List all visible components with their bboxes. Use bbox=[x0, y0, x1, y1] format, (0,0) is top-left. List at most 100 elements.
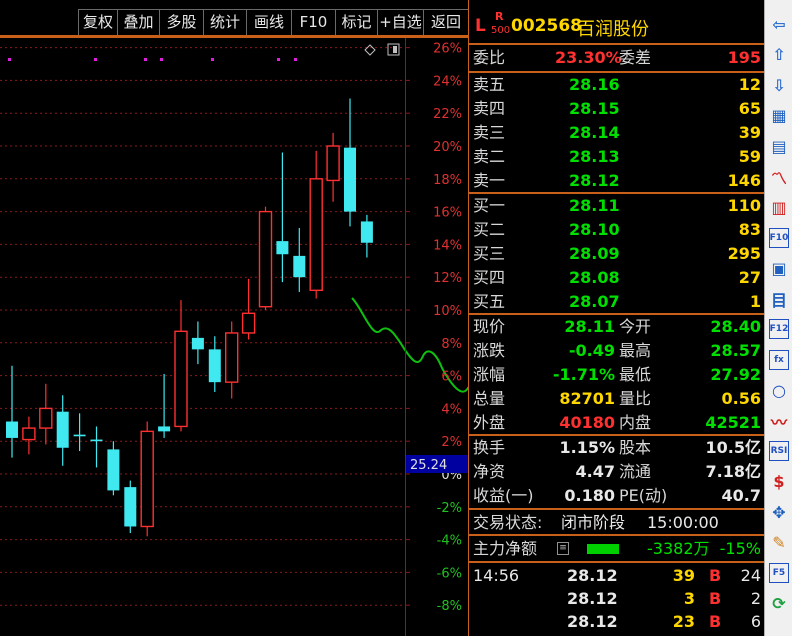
marker-dot bbox=[94, 58, 97, 61]
add-watchlist-button[interactable]: +自选 bbox=[377, 9, 423, 35]
sell-level-price: 28.14 bbox=[569, 123, 620, 142]
kline-svg: 28%26%24%22%20%18%16%14%12%10%8%6%4%2%0%… bbox=[0, 38, 468, 636]
back-button[interactable]: 返回 bbox=[423, 9, 468, 35]
trend-icon[interactable]: 〰 bbox=[769, 411, 789, 432]
f5-icon[interactable]: F5 bbox=[769, 563, 789, 583]
sell-level-price: 28.12 bbox=[569, 171, 620, 190]
stat-label: 涨跌 bbox=[473, 341, 506, 360]
tick-side: B bbox=[709, 612, 722, 631]
stat-value: 42521 bbox=[705, 413, 761, 432]
pct-tick-label: -2% bbox=[437, 501, 462, 516]
pen-icon[interactable]: ✎ bbox=[769, 533, 789, 553]
side-toolbar: ⇦ ⇧ ⇩ ▦ ▤ 〽 ▥ F10 ▣ 目 F12 fx ○ 〰 RSI $ ✥ ✎ F5 ⟳ bbox=[764, 0, 792, 636]
netflow-row[interactable]: 主力净额 ≡ -3382万 -15% bbox=[469, 537, 765, 561]
down-arrow-icon[interactable]: ⇩ bbox=[769, 75, 789, 95]
f10-button[interactable]: F10 bbox=[291, 9, 335, 35]
candle-body bbox=[56, 411, 69, 448]
tick-count: 24 bbox=[740, 566, 761, 585]
pct-tick-label: 18% bbox=[433, 173, 462, 188]
restore-rights-button[interactable]: 复权 bbox=[78, 9, 117, 35]
tick-count: 6 bbox=[750, 612, 761, 631]
circle-icon[interactable]: ○ bbox=[769, 380, 789, 400]
list-icon[interactable]: ≡ bbox=[557, 542, 569, 555]
line-chart-icon[interactable]: 〽 bbox=[769, 167, 789, 188]
candle-body bbox=[90, 439, 103, 442]
sell-level-row: 卖五 28.16 12 bbox=[469, 73, 765, 97]
info-icon[interactable]: 目 bbox=[769, 289, 789, 310]
candle-body bbox=[39, 407, 53, 429]
list-icon[interactable]: ▤ bbox=[769, 136, 789, 156]
formula-icon[interactable]: fx bbox=[769, 349, 789, 370]
pct-tick-label: 14% bbox=[433, 238, 462, 253]
pct-tick-label: 10% bbox=[433, 304, 462, 319]
candle-body bbox=[191, 337, 204, 350]
fund-value: 0.180 bbox=[564, 486, 615, 505]
sell-level-price: 28.16 bbox=[569, 75, 620, 94]
left-arrow-icon[interactable]: ⇦ bbox=[769, 14, 789, 34]
fund-label: 换手 bbox=[473, 438, 506, 457]
f10-icon[interactable]: F10 bbox=[769, 227, 789, 248]
chart-toolbar: 复权 叠加 多股 统计 画线 F10 标记 +自选 返回 bbox=[0, 0, 468, 35]
statistics-button[interactable]: 统计 bbox=[203, 9, 246, 35]
buy-level-volume: 1 bbox=[749, 292, 761, 311]
diamond-icon[interactable] bbox=[364, 44, 376, 56]
flag-500: 500 bbox=[491, 25, 511, 36]
quote-stat-row: 涨幅 -1.71% 最低 27.92 bbox=[469, 363, 765, 387]
marker-dot bbox=[144, 58, 147, 61]
candle-body bbox=[22, 427, 36, 441]
trade-status-row: 交易状态: 闭市阶段 15:00:00 bbox=[469, 511, 765, 535]
stock-header: L R 500 002568 百润股份 bbox=[469, 8, 765, 42]
netflow-label: 主力净额 bbox=[473, 539, 538, 558]
sell-level-row: 卖一 28.12 146 bbox=[469, 169, 765, 193]
kline-icon[interactable]: ▥ bbox=[769, 197, 789, 217]
f12-icon[interactable]: F12 bbox=[769, 319, 789, 339]
sell-level-volume: 65 bbox=[738, 99, 761, 118]
multi-stock-button[interactable]: 多股 bbox=[159, 9, 203, 35]
buy-level-label: 买二 bbox=[473, 220, 506, 239]
candle-body bbox=[326, 145, 340, 182]
candle-body bbox=[309, 178, 323, 292]
weibi-label: 委比 bbox=[473, 48, 506, 67]
candle-body bbox=[344, 147, 356, 212]
sell-level-row: 卖二 28.13 59 bbox=[469, 145, 765, 169]
refresh-icon[interactable]: ⟳ bbox=[769, 594, 789, 614]
news-icon[interactable]: ▣ bbox=[769, 258, 789, 278]
quote-stat-row: 总量 82701 量比 0.56 bbox=[469, 387, 765, 411]
tick-count: 2 bbox=[750, 589, 761, 608]
overlay-button[interactable]: 叠加 bbox=[117, 9, 159, 35]
stat-value: 82701 bbox=[559, 389, 615, 408]
buy-level-label: 买五 bbox=[473, 292, 506, 311]
kline-chart[interactable]: 28%26%24%22%20%18%16%14%12%10%8%6%4%2%0%… bbox=[0, 38, 468, 636]
buy-level-row: 买四 28.08 27 bbox=[469, 266, 765, 290]
buy-level-label: 买四 bbox=[473, 268, 506, 287]
up-arrow-icon[interactable]: ⇧ bbox=[769, 45, 789, 65]
stat-value: -0.49 bbox=[568, 341, 615, 360]
stock-name: 百润股份 bbox=[577, 19, 649, 40]
netflow-pct: -15% bbox=[719, 539, 761, 558]
candle-body bbox=[174, 330, 188, 428]
buy-level-price: 28.08 bbox=[569, 268, 620, 287]
marker-dot bbox=[8, 58, 11, 61]
buy-level-row: 买一 28.11 110 bbox=[469, 194, 765, 218]
pct-tick-label: 22% bbox=[433, 107, 462, 122]
buy-level-price: 28.11 bbox=[569, 196, 620, 215]
dollar-icon[interactable]: $ bbox=[769, 472, 789, 492]
draw-line-button[interactable]: 画线 bbox=[246, 9, 291, 35]
sell-level-volume: 12 bbox=[738, 75, 761, 94]
move-icon[interactable]: ✥ bbox=[769, 502, 789, 522]
stat-label: 今开 bbox=[619, 317, 652, 336]
buy-level-volume: 27 bbox=[738, 268, 761, 287]
sell-level-volume: 59 bbox=[738, 147, 761, 166]
mark-button[interactable]: 标记 bbox=[335, 9, 377, 35]
fund-value: 1.15% bbox=[559, 438, 615, 457]
candle-body bbox=[158, 426, 171, 432]
pct-tick-label: -6% bbox=[437, 566, 462, 581]
quote-icon[interactable]: ▦ bbox=[769, 106, 789, 126]
fund-value: 4.47 bbox=[575, 462, 615, 481]
sell-level-label: 卖一 bbox=[473, 171, 506, 190]
fund-label: PE(动) bbox=[619, 486, 668, 505]
candle-body bbox=[124, 487, 137, 527]
fundamental-row: 换手 1.15% 股本 10.5亿 bbox=[469, 436, 765, 460]
sell-level-label: 卖三 bbox=[473, 123, 506, 142]
rsi-icon[interactable]: RSI bbox=[769, 441, 789, 461]
